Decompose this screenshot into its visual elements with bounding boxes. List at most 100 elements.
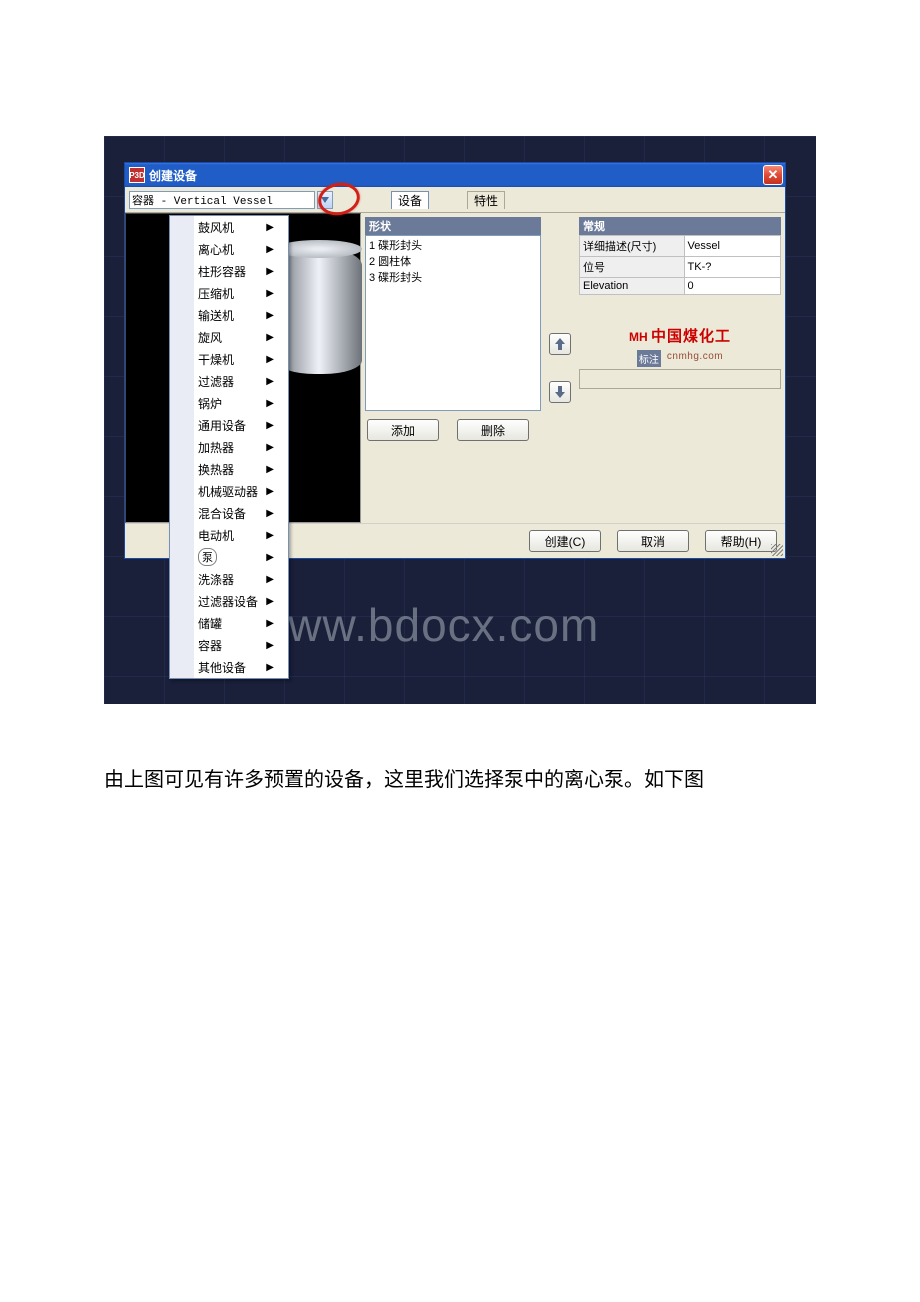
menu-item-label: 输送机	[198, 307, 234, 324]
menu-item-label: 机械驱动器	[198, 483, 258, 500]
shape-row[interactable]: 3 碟形封头	[367, 269, 539, 285]
create-button[interactable]: 创建(C)	[529, 530, 601, 552]
menu-item[interactable]: 压缩机▶	[170, 282, 288, 304]
menu-item[interactable]: 电动机▶	[170, 524, 288, 546]
menu-item[interactable]: 储罐 ▶	[170, 612, 288, 634]
vessel-type-value: 容器 - Vertical Vessel	[132, 192, 273, 208]
submenu-arrow-icon: ▶	[266, 574, 274, 585]
shapes-list[interactable]: 1 碟形封头 2 圆柱体 3 碟形封头	[365, 235, 541, 411]
watermark-logo: MH 中国煤化工 标注 cnmhg.com	[579, 325, 781, 389]
submenu-arrow-icon: ▶	[266, 288, 274, 299]
prop-label: Elevation	[580, 278, 685, 295]
menu-item[interactable]: 容器 ▶	[170, 634, 288, 656]
vessel-type-combo[interactable]: 容器 - Vertical Vessel	[129, 191, 315, 209]
tab-equipment[interactable]: 设备	[391, 191, 429, 209]
shapes-panel: 形状 1 碟形封头 2 圆柱体 3 碟形封头 添加 删除	[361, 213, 545, 523]
props-header: 常规	[579, 217, 781, 235]
add-button[interactable]: 添加	[367, 419, 439, 441]
menu-item[interactable]: 通用设备 ▶	[170, 414, 288, 436]
submenu-arrow-icon: ▶	[266, 662, 274, 673]
create-equipment-window: P3D 创建设备 ✕ 容器 - Vertical Vessel 设备 特性	[124, 162, 786, 559]
submenu-arrow-icon: ▶	[266, 442, 274, 453]
resize-grip[interactable]	[771, 544, 783, 556]
submenu-arrow-icon: ▶	[266, 244, 274, 255]
caption-text: 由上图可见有许多预置的设备，这里我们选择泵中的离心泵。如下图	[104, 764, 816, 796]
submenu-arrow-icon: ▶	[266, 618, 274, 629]
menu-item[interactable]: 过滤器▶	[170, 370, 288, 392]
menu-item-label: 泵	[198, 548, 217, 566]
menu-item[interactable]: 其他设备 ▶	[170, 656, 288, 678]
menu-item[interactable]: 洗涤器 ▶	[170, 568, 288, 590]
menu-item-label: 过滤器设备	[198, 593, 258, 610]
cancel-button[interactable]: 取消	[617, 530, 689, 552]
submenu-arrow-icon: ▶	[266, 464, 274, 475]
prop-label: 详细描述(尺寸)	[580, 236, 685, 257]
submenu-arrow-icon: ▶	[266, 310, 274, 321]
menu-item[interactable]: 混合设备 ▶	[170, 502, 288, 524]
delete-button[interactable]: 删除	[457, 419, 529, 441]
prop-value[interactable]: Vessel	[684, 236, 780, 257]
submenu-arrow-icon: ▶	[266, 354, 274, 365]
menu-item-label: 过滤器	[198, 373, 234, 390]
page-watermark: www.bdocx.com	[254, 598, 599, 652]
menu-item-label: 通用设备	[198, 417, 246, 434]
menu-item-label: 离心机	[198, 241, 234, 258]
shape-row[interactable]: 2 圆柱体	[367, 253, 539, 269]
arrow-up-icon	[555, 338, 565, 350]
menu-item-label: 电动机	[198, 527, 234, 544]
menu-item-label: 锅炉	[198, 395, 222, 412]
chevron-down-icon	[321, 197, 329, 203]
menu-item[interactable]: 离心机 ▶	[170, 238, 288, 260]
menu-item-label: 容器	[198, 637, 222, 654]
window-titlebar[interactable]: P3D 创建设备 ✕	[125, 163, 785, 187]
menu-item[interactable]: 输送机 ▶	[170, 304, 288, 326]
move-up-button[interactable]	[549, 333, 571, 355]
menu-item[interactable]: 泵▶	[170, 546, 288, 568]
properties-panel: 常规 详细描述(尺寸) Vessel 位号 TK-? Elevation 0	[575, 213, 785, 523]
submenu-arrow-icon: ▶	[266, 640, 274, 651]
menu-item-label: 换热器	[198, 461, 234, 478]
table-row[interactable]: Elevation 0	[580, 278, 781, 295]
tab-properties[interactable]: 特性	[467, 191, 505, 209]
table-row[interactable]: 位号 TK-?	[580, 257, 781, 278]
menu-item[interactable]: 柱形容器▶	[170, 260, 288, 282]
menu-item[interactable]: 机械驱动器 ▶	[170, 480, 288, 502]
combo-dropdown-button[interactable]	[317, 191, 333, 209]
menu-item[interactable]: 鼓风机▶	[170, 216, 288, 238]
submenu-arrow-icon: ▶	[266, 266, 274, 277]
arrow-down-icon	[555, 386, 565, 398]
watermark-brand-cn: 中国煤化工	[651, 328, 731, 345]
note-box[interactable]	[579, 369, 781, 389]
prop-value[interactable]: 0	[684, 278, 780, 295]
watermark-brand-en: cnmhg.com	[667, 351, 723, 362]
submenu-arrow-icon: ▶	[266, 486, 274, 497]
move-down-button[interactable]	[549, 381, 571, 403]
prop-value[interactable]: TK-?	[684, 257, 780, 278]
menu-item[interactable]: 干燥机▶	[170, 348, 288, 370]
submenu-arrow-icon: ▶	[266, 420, 274, 431]
menu-item-label: 其他设备	[198, 659, 246, 676]
menu-item-label: 混合设备	[198, 505, 246, 522]
shapes-header: 形状	[365, 217, 541, 235]
menu-item[interactable]: 锅炉▶	[170, 392, 288, 414]
window-title: 创建设备	[149, 167, 197, 184]
submenu-arrow-icon: ▶	[266, 596, 274, 607]
menu-item[interactable]: 过滤器设备 ▶	[170, 590, 288, 612]
submenu-arrow-icon: ▶	[266, 552, 274, 563]
close-button[interactable]: ✕	[763, 165, 783, 185]
menu-item[interactable]: 旋风▶	[170, 326, 288, 348]
menu-item[interactable]: 换热器 ▶	[170, 458, 288, 480]
table-row[interactable]: 详细描述(尺寸) Vessel	[580, 236, 781, 257]
equipment-type-menu[interactable]: 鼓风机▶离心机▶柱形容器▶压缩机▶输送机▶旋风▶干燥机▶过滤器▶锅炉▶通用设备▶…	[169, 215, 289, 679]
reorder-arrows	[545, 213, 575, 523]
submenu-arrow-icon: ▶	[266, 332, 274, 343]
submenu-arrow-icon: ▶	[266, 222, 274, 233]
shape-row[interactable]: 1 碟形封头	[367, 237, 539, 253]
menu-item[interactable]: 加热器▶	[170, 436, 288, 458]
toolbar-row: 容器 - Vertical Vessel 设备 特性	[125, 187, 785, 213]
submenu-arrow-icon: ▶	[266, 508, 274, 519]
help-button[interactable]: 帮助(H)	[705, 530, 777, 552]
prop-label: 位号	[580, 257, 685, 278]
menu-item-label: 洗涤器	[198, 571, 234, 588]
menu-item-label: 储罐	[198, 615, 222, 632]
